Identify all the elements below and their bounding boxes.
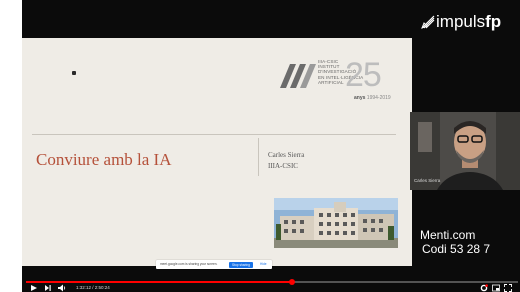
miniplayer-icon[interactable] [492,284,500,292]
speaker-webcam: Carles Sierra [410,112,520,190]
progress-bar[interactable] [26,279,518,285]
brand-prefix: impuls [436,12,486,31]
page-margin [0,0,22,292]
slide-vertical-divider [258,138,259,176]
impuls-logo-icon [421,15,435,29]
menti-code-info: Menti.com Codi 53 28 7 [420,228,520,256]
iiia-logo-mark [280,64,316,88]
presentation-slide: IIIA-CSIC INSTITUT D'INVESTIGACIÓ EN INT… [22,38,412,269]
screen-share-notification: meet.google.com is sharing your screen. … [156,260,272,269]
anys-years: 1994-2019 [366,95,391,101]
share-message: meet.google.com is sharing your screen. [160,262,218,266]
play-icon[interactable] [30,284,38,292]
brand-suffix: fp [485,12,502,31]
speaker-name: Carles Sierra [268,151,305,159]
menti-url: Menti.com [420,228,476,242]
anniversary-number: 25 [345,56,382,94]
mouse-cursor [72,71,76,75]
scrubber-handle[interactable] [288,279,295,285]
speaker-organization: IIIA-CSIC [268,162,298,170]
webcam-name-label: Carles Sierra [414,178,441,183]
time-display: 1:32:12 / 2:50:24 [76,285,110,290]
menti-code: Codi 53 28 7 [422,242,491,256]
next-icon[interactable] [44,284,52,292]
stop-sharing-button[interactable]: Stop sharing [229,261,253,268]
video-player[interactable]: IIIA-CSIC INSTITUT D'INVESTIGACIÓ EN INT… [22,0,520,292]
impulsfp-logo: impulsfp [420,12,501,32]
hide-button[interactable]: Hide [260,262,267,266]
volume-icon[interactable] [58,284,67,292]
settings-icon[interactable] [480,284,488,292]
progress-played [26,281,292,283]
anys-word: anys [354,95,366,101]
slide-title: Conviure amb la IA [36,150,172,169]
page: IIIA-CSIC INSTITUT D'INVESTIGACIÓ EN INT… [0,0,520,292]
building-photo [274,198,398,248]
fullscreen-icon[interactable] [504,284,512,292]
anniversary-label: anys 1994-2019 [354,95,391,101]
slide-divider [32,134,396,135]
